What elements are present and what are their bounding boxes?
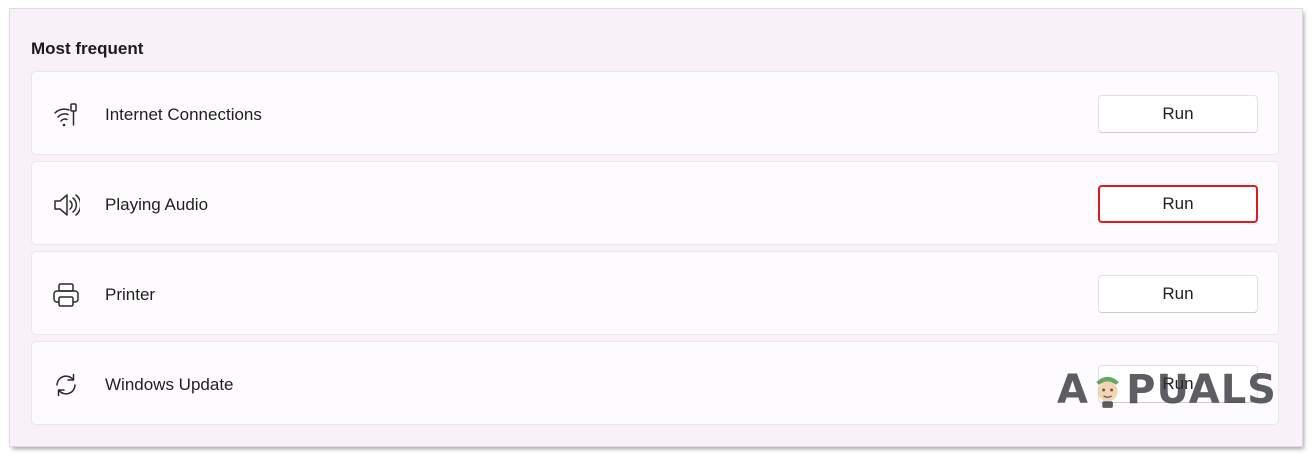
appuals-watermark: A PUALS	[1057, 360, 1277, 420]
run-printer-button[interactable]: Run	[1098, 275, 1258, 313]
troubleshooter-row-internet: Internet Connections Run	[31, 71, 1279, 155]
row-label: Printer	[105, 285, 156, 304]
mascot-icon	[1096, 376, 1119, 408]
run-audio-button[interactable]: Run	[1098, 185, 1258, 223]
wifi-network-icon	[52, 101, 80, 129]
troubleshooter-row-audio: Playing Audio Run	[31, 161, 1279, 245]
troubleshooter-row-printer: Printer Run	[31, 251, 1279, 335]
watermark-text-left: A	[1057, 367, 1089, 413]
section-title: Most frequent	[31, 39, 144, 58]
sync-icon	[52, 371, 80, 399]
printer-icon	[52, 281, 80, 309]
row-label: Windows Update	[105, 375, 234, 394]
watermark-text-right: PUALS	[1126, 367, 1277, 413]
run-internet-button[interactable]: Run	[1098, 95, 1258, 133]
row-label: Internet Connections	[105, 105, 262, 124]
speaker-icon	[52, 191, 80, 219]
row-label: Playing Audio	[105, 195, 209, 214]
